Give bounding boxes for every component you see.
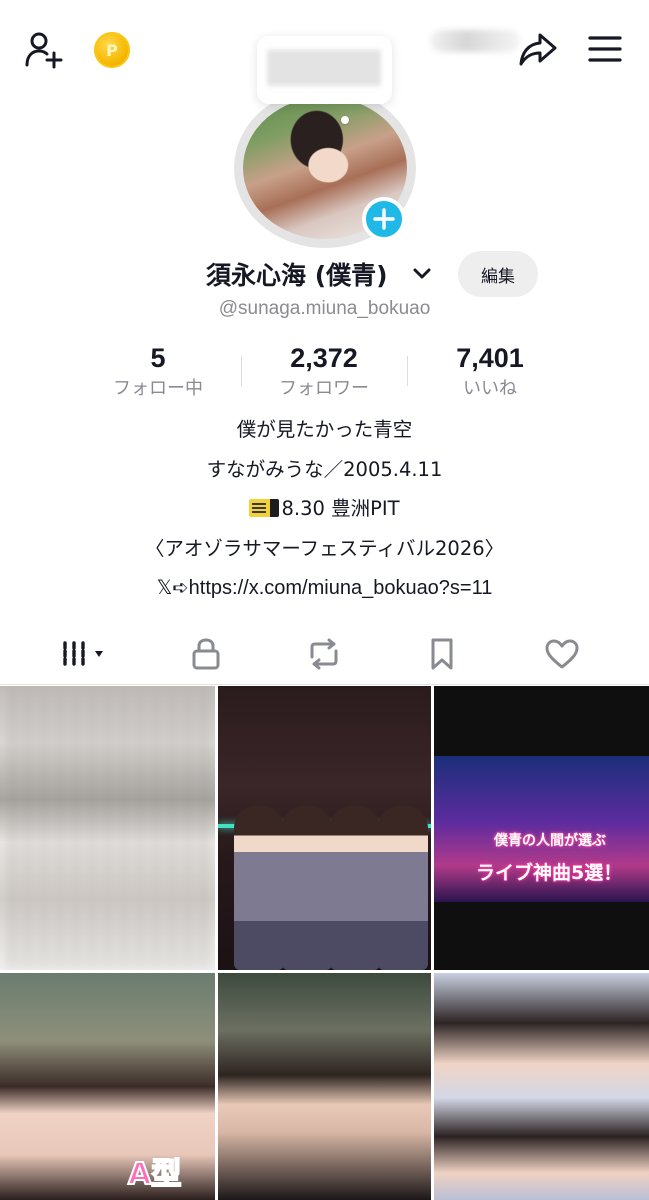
likes-count: 7,401 bbox=[456, 343, 524, 373]
following-stat[interactable]: 5 フォロー中 bbox=[98, 340, 218, 402]
tab-videos[interactable] bbox=[56, 634, 118, 674]
member-figure bbox=[234, 806, 284, 970]
thumbnail-caption: ライブ神曲5選！ bbox=[476, 862, 623, 884]
tab-private[interactable] bbox=[184, 634, 228, 674]
member-figure bbox=[282, 806, 332, 970]
following-label: フォロー中 bbox=[113, 378, 203, 399]
heart-icon bbox=[545, 639, 579, 669]
username: @sunaga.miuna_bokuao bbox=[218, 298, 431, 319]
tab-reposts[interactable] bbox=[302, 634, 346, 674]
video-thumbnail[interactable] bbox=[434, 973, 649, 1200]
thumbnail-badge: A型 bbox=[127, 1156, 182, 1193]
bio-line: 僕が見たかった青空 bbox=[236, 418, 413, 441]
bio-line: すながみうな／2005.4.11 bbox=[206, 457, 443, 481]
grid-icon bbox=[63, 641, 103, 667]
video-thumbnail[interactable]: 僕青の人間が選ぶ ライブ神曲5選！ bbox=[434, 686, 649, 970]
video-grid: 僕青の人間が選ぶ ライブ神曲5選！ A型 bbox=[0, 686, 649, 1200]
video-thumbnail[interactable] bbox=[218, 686, 431, 970]
followers-count: 2,372 bbox=[290, 343, 358, 373]
stats-row: 5 フォロー中 2,372 フォロワー 7,401 いいね bbox=[0, 340, 649, 404]
video-thumbnail[interactable] bbox=[218, 973, 431, 1200]
member-figure bbox=[378, 806, 428, 970]
video-thumbnail[interactable] bbox=[0, 686, 215, 970]
blurred-note bbox=[267, 50, 381, 86]
ticket-icon bbox=[249, 499, 280, 517]
tab-saved[interactable] bbox=[420, 634, 464, 674]
bookmark-icon bbox=[431, 638, 453, 670]
plus-icon bbox=[373, 208, 395, 230]
edit-button[interactable]: 編集 bbox=[458, 251, 538, 297]
bubble-dot bbox=[341, 116, 349, 124]
repost-icon bbox=[310, 638, 338, 670]
bio-line: 〈アオゾラサマーフェスティバル2026〉 bbox=[144, 536, 505, 560]
coin-icon[interactable]: P bbox=[94, 32, 130, 68]
lock-icon bbox=[192, 638, 220, 670]
divider bbox=[241, 356, 242, 386]
bio-line: 8.30 豊洲PIT bbox=[0, 489, 649, 529]
bio-link-line[interactable]: 𝕏➪https://x.com/miuna_bokuao?s=11 bbox=[0, 568, 649, 609]
x-link-prefix: 𝕏➪ bbox=[156, 576, 189, 599]
coin-letter: P bbox=[106, 40, 118, 60]
share-icon[interactable] bbox=[516, 28, 560, 70]
tab-liked[interactable] bbox=[540, 634, 584, 674]
add-story-button[interactable] bbox=[362, 197, 406, 241]
chevron-down-icon[interactable] bbox=[411, 264, 433, 284]
content-tabs bbox=[0, 624, 649, 684]
divider bbox=[407, 356, 408, 386]
thumbnail-caption: 僕青の人間が選ぶ bbox=[494, 833, 606, 849]
add-friend-icon[interactable] bbox=[20, 28, 66, 70]
name-row: 須永心海 (僕青) bbox=[0, 252, 649, 296]
likes-stat[interactable]: 7,401 いいね bbox=[432, 340, 548, 402]
bio-event: 8.30 豊洲PIT bbox=[281, 497, 400, 520]
bio-link[interactable]: https://x.com/miuna_bokuao?s=11 bbox=[189, 577, 493, 599]
display-name[interactable]: 須永心海 (僕青) bbox=[206, 256, 388, 292]
menu-icon[interactable] bbox=[584, 30, 626, 68]
blurred-region bbox=[430, 30, 520, 52]
bio: 僕が見たかった青空 すながみうな／2005.4.11 8.30 豊洲PIT 〈ア… bbox=[0, 410, 649, 609]
followers-stat[interactable]: 2,372 フォロワー bbox=[262, 340, 386, 402]
likes-label: いいね bbox=[463, 378, 517, 399]
note-bubble[interactable] bbox=[257, 36, 392, 104]
member-figure bbox=[330, 806, 380, 970]
video-thumbnail[interactable]: A型 bbox=[0, 973, 215, 1200]
tabs-divider bbox=[0, 684, 649, 685]
followers-label: フォロワー bbox=[279, 378, 369, 399]
following-count: 5 bbox=[150, 343, 166, 373]
